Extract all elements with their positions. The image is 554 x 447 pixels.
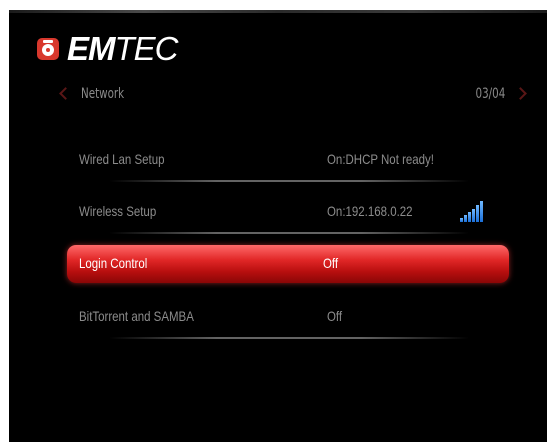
menu-item-login-control[interactable]: Login Control Off — [67, 245, 509, 283]
menu-item-value: Off — [323, 255, 339, 271]
page-title: Network — [81, 86, 125, 102]
divider — [109, 232, 469, 234]
menu-item-value: Off — [327, 308, 343, 324]
menu-item-label: Wired Lan Setup — [79, 151, 165, 167]
chevron-left-icon[interactable] — [59, 87, 72, 100]
page-indicator: 03/04 — [475, 86, 505, 102]
divider — [109, 180, 469, 182]
menu-item-bittorrent-samba[interactable]: BitTorrent and SAMBA Off — [69, 299, 509, 339]
menu-item-value: On:DHCP Not ready! — [327, 151, 434, 167]
menu-item-label: BitTorrent and SAMBA — [79, 308, 194, 324]
menu-item-wired-lan-setup[interactable]: Wired Lan Setup On:DHCP Not ready! — [69, 142, 509, 182]
chevron-right-icon[interactable] — [514, 87, 527, 100]
divider — [109, 337, 469, 339]
emtec-logo-icon — [37, 37, 59, 60]
tv-screen: EMTEC Network 03/04 Wired Lan Setup On:D… — [9, 10, 547, 442]
menu-item-value: On:192.168.0.22 — [327, 203, 413, 219]
menu-item-wireless-setup[interactable]: Wireless Setup On:192.168.0.22 — [69, 194, 509, 234]
menu-item-label: Wireless Setup — [79, 203, 157, 219]
wifi-signal-icon — [460, 200, 486, 222]
page-header: Network 03/04 — [59, 86, 529, 108]
logo-text: EMTEC — [67, 30, 179, 67]
top-strip — [9, 10, 547, 13]
emtec-logo: EMTEC — [37, 30, 179, 67]
menu-item-label: Login Control — [79, 255, 148, 271]
